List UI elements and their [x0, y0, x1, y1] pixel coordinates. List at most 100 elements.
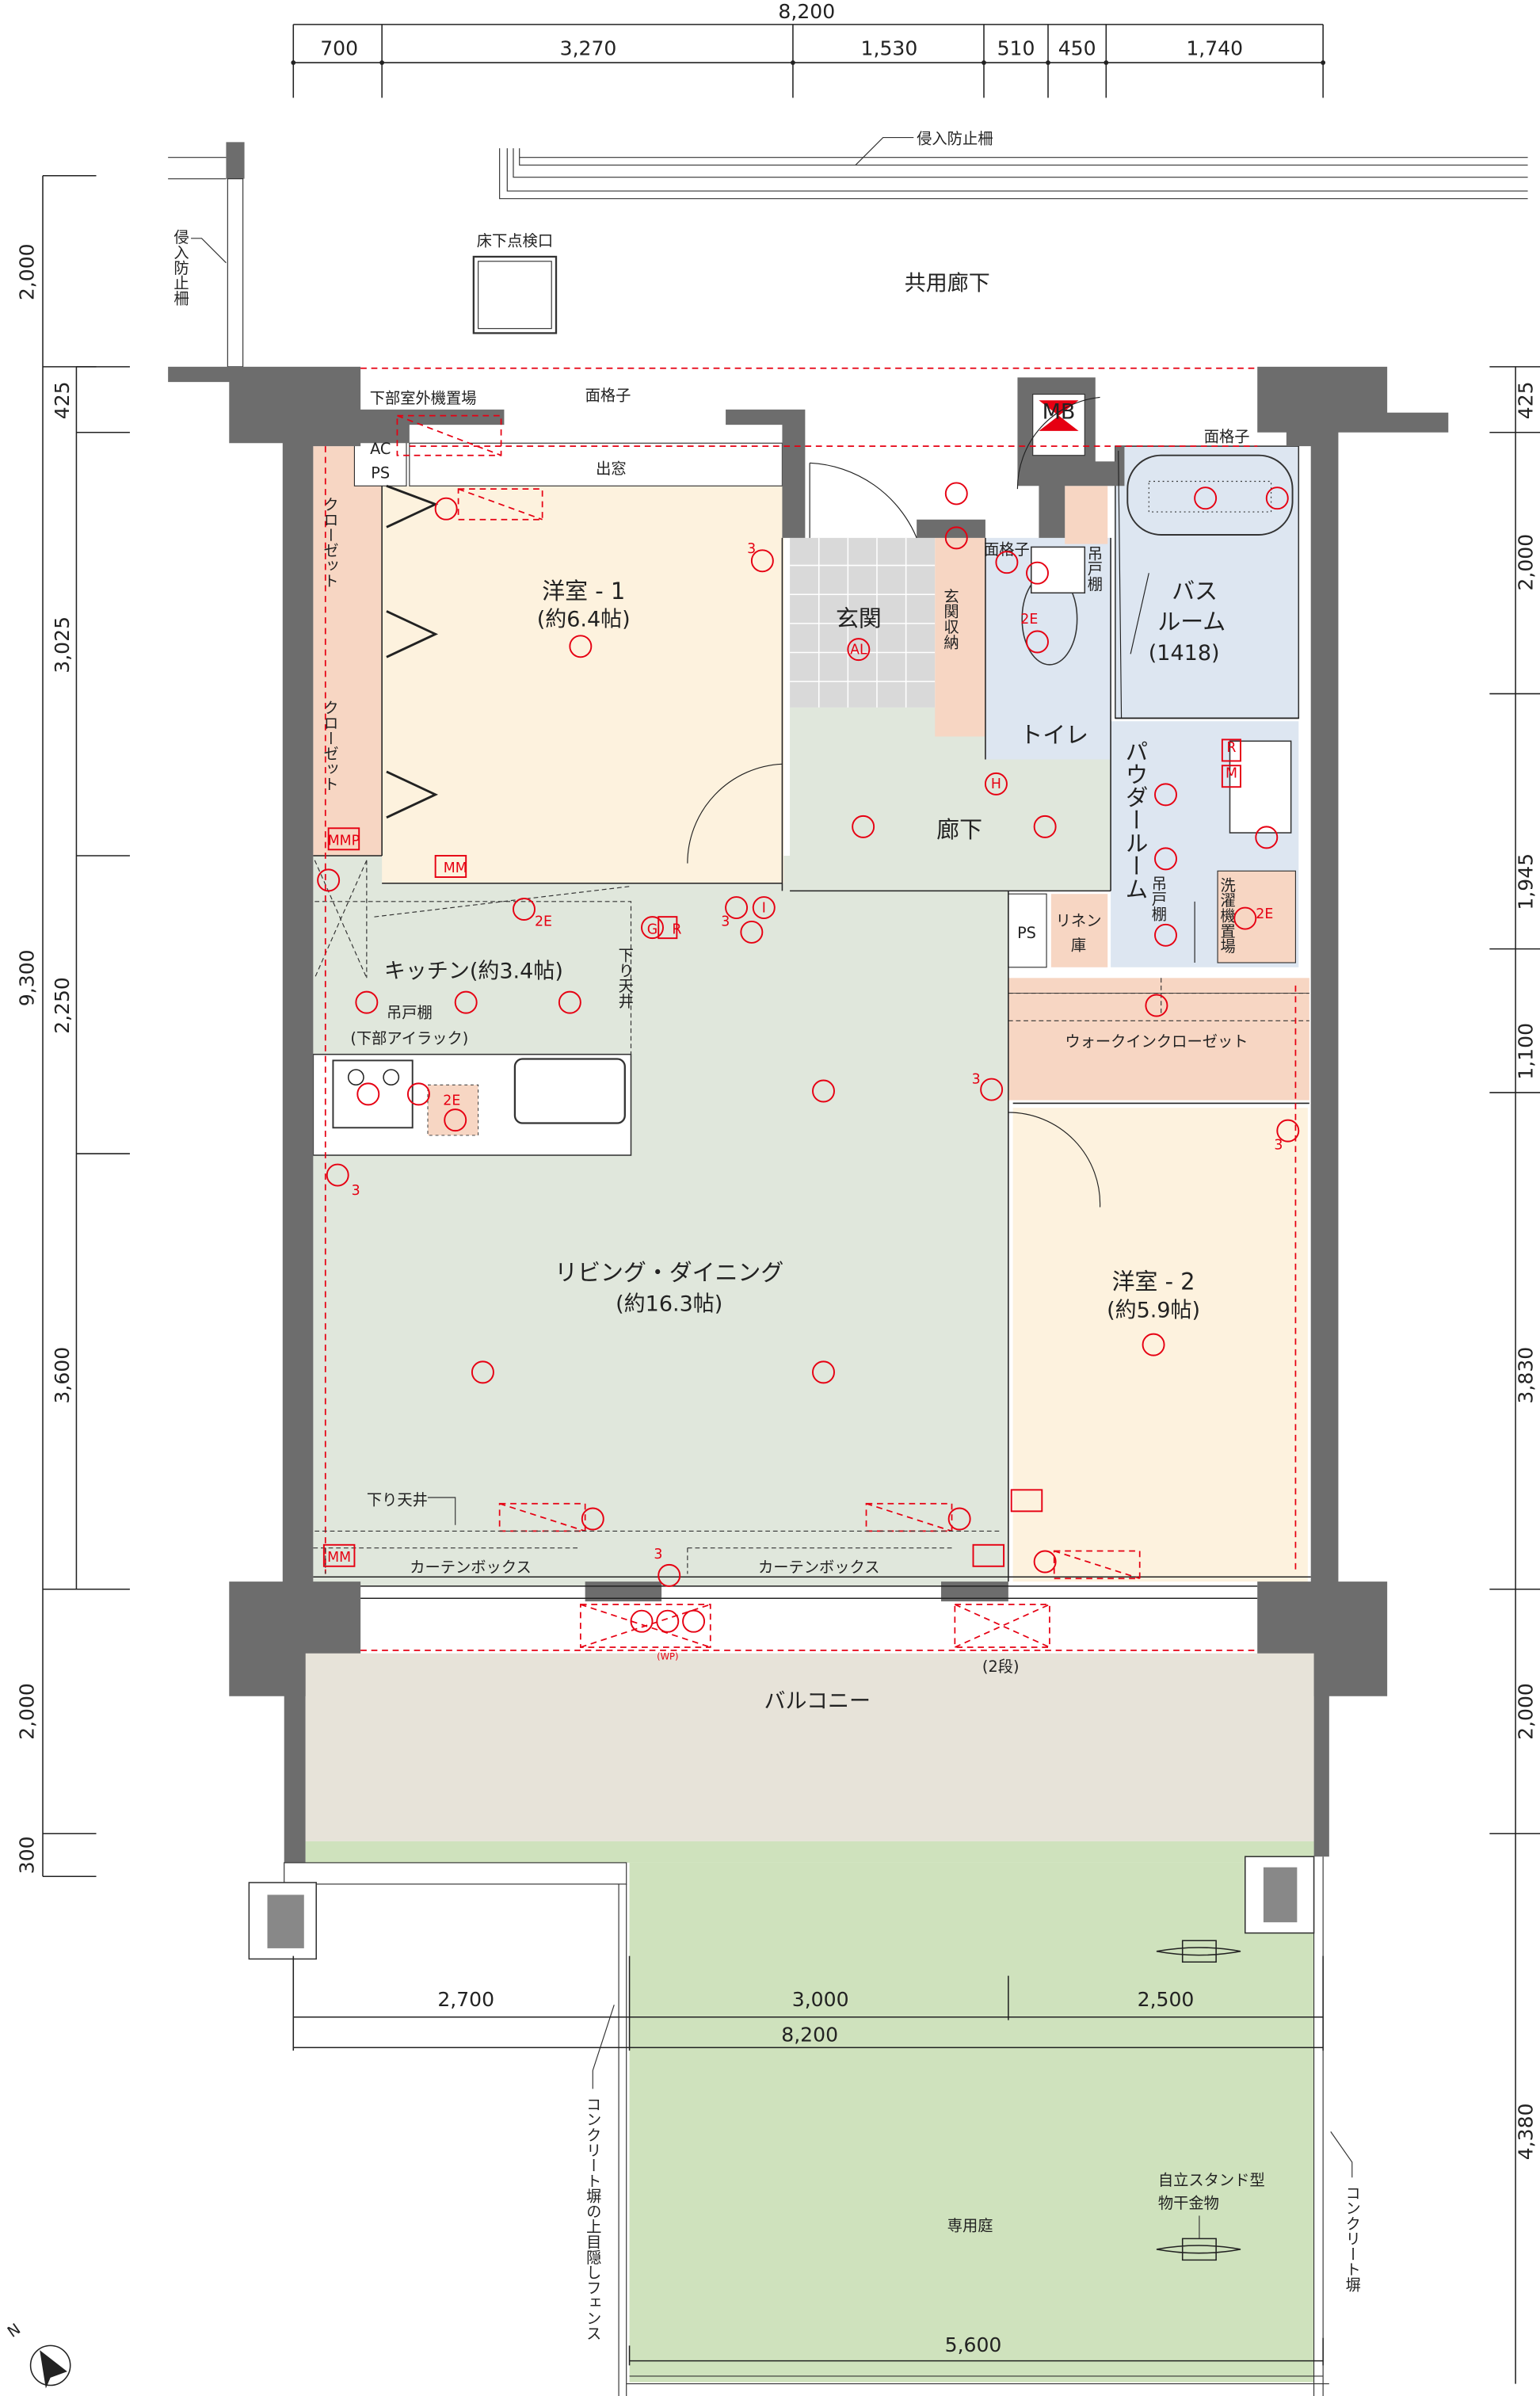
ac-label: AC: [370, 440, 391, 458]
dim-dot: [1321, 60, 1326, 65]
intrusion-fence-label-top: 侵入防止柵: [917, 129, 993, 147]
kitchen-label: キッチン(約3.4帖): [384, 959, 563, 983]
linen-label-2: 庫: [1071, 937, 1086, 955]
closet-label-lower: クローゼット: [321, 700, 339, 792]
dim-left-inner-1: 425: [51, 381, 74, 419]
linen-area: [1050, 894, 1108, 967]
dim-dot: [379, 60, 385, 65]
outdoor-unit-label: 下部室外機置場: [370, 389, 477, 407]
garden-strip: [305, 1841, 1314, 1863]
curtain-box-label-2: カーテンボックス: [758, 1558, 880, 1576]
dim-right-2: 2,000: [1514, 534, 1537, 591]
symbol-mm-2: MM: [327, 1550, 351, 1566]
western-room-1-name: 洋室 - 1: [542, 578, 625, 605]
drying-stand-label-2: 物干金物: [1158, 2194, 1219, 2212]
dim-dot: [291, 60, 296, 65]
toilet-cabinet-area: [1065, 486, 1108, 544]
dropped-ceiling-label-2: 下り天井: [367, 1491, 428, 1509]
private-garden-label: 専用庭: [947, 2217, 993, 2235]
bay-window-label: 出窓: [596, 460, 627, 478]
symbol-i: I: [762, 900, 766, 916]
fence-right-label: コンクリート塀: [1343, 2185, 1361, 2292]
western-room-1-size: (約6.4帖): [537, 608, 631, 632]
dim-right-6: 2,000: [1514, 1683, 1537, 1740]
dim-dot: [1046, 60, 1050, 65]
symbol-3-1: 3: [747, 541, 756, 557]
symbol-2e-3: 2E: [443, 1093, 460, 1108]
symbol-r: R: [672, 921, 681, 937]
room-fills: [312, 432, 1309, 1586]
north-compass-icon: N: [4, 2320, 71, 2389]
entrance-storage-label: 玄関収納: [941, 588, 959, 649]
top-dimensions: 8,200 700 3,270 1,530 510 450 1,740: [291, 0, 1326, 98]
dim-right-4: 1,100: [1514, 1023, 1537, 1080]
outlet-icon: [944, 482, 968, 506]
dim-top-total: 8,200: [778, 0, 835, 23]
outlet-icon: [682, 1609, 706, 1633]
grille-label-1: 面格子: [585, 386, 631, 404]
compass-n: N: [4, 2320, 24, 2341]
underfloor-hatch[interactable]: [472, 255, 558, 334]
dim-left-outer-4: 300: [15, 1836, 38, 1874]
laundry-space-label: 洗濯機置場: [1218, 877, 1236, 954]
intrusion-fence-label-left: 侵入防止柵: [171, 229, 189, 305]
dim-garden-3: 2,500: [1138, 1988, 1195, 2011]
common-corridor-label: 共用廊下: [905, 271, 990, 296]
symbol-h: H: [991, 776, 1001, 792]
curtain-box-label-1: カーテンボックス: [410, 1558, 532, 1576]
grille-label-2: 面格子: [984, 540, 1030, 559]
entrance-label: 玄関: [836, 605, 882, 632]
dim-garden-1: 2,700: [437, 1988, 494, 2011]
symbol-al: AL: [850, 642, 867, 658]
symbol-3-5: 3: [352, 1183, 360, 1199]
symbol-wp: (WP): [657, 1650, 678, 1662]
symbol-mm-1: MM: [444, 860, 467, 876]
dim-right-3: 1,945: [1514, 853, 1537, 910]
toilet-cabinet-label: 吊戸棚: [1084, 546, 1103, 593]
symbol-2e-2: 2E: [535, 914, 552, 930]
symbol-2e-1: 2E: [1020, 612, 1038, 628]
right-dimensions: 425 2,000 1,945 1,100 3,830 2,000 4,380: [1489, 366, 1540, 2384]
toilet-label: トイレ: [1020, 721, 1088, 748]
underfloor-hatch-label: 床下点検口: [477, 231, 553, 250]
dim-top-4: 510: [997, 36, 1035, 59]
dropped-ceiling-label-1: 下り天井: [616, 948, 634, 1009]
walk-in-closet-label: ウォークインクローゼット: [1065, 1032, 1248, 1051]
dim-left-inner-4: 3,600: [51, 1347, 74, 1404]
dim-right-1: 425: [1514, 381, 1537, 419]
dim-top-6: 1,740: [1186, 36, 1243, 59]
dim-top-3: 1,530: [861, 36, 918, 59]
symbol-mmp: MMP: [328, 834, 360, 849]
hallway-label: 廊下: [936, 816, 982, 843]
dim-dot: [1104, 60, 1109, 65]
dim-top-1: 700: [320, 36, 358, 59]
outlet-icon: [630, 1609, 654, 1633]
symbol-g: G: [647, 921, 658, 937]
dim-garden-total: 8,200: [781, 2024, 838, 2047]
outlet-icon: [656, 1609, 680, 1633]
dim-left-inner-2: 3,025: [51, 616, 74, 673]
dim-garden-2: 3,000: [792, 1988, 849, 2011]
living-dining-size: (約16.3帖): [616, 1292, 722, 1317]
floor-plan: 8,200 700 3,270 1,530 510 450 1,740 2,00…: [4, 0, 1540, 2396]
left-dimensions: 2,000 9,300 2,000 300 425 3,025 2,250 3,…: [15, 175, 130, 1878]
kitchen-cabinet-label-1: 吊戸棚: [387, 1003, 433, 1021]
symbol-2e-4: 2E: [1256, 906, 1273, 922]
dim-left-outer-1: 2,000: [15, 243, 38, 300]
symbol-3-6: 3: [654, 1547, 662, 1562]
laundry-cabinet-label: 吊戸棚: [1149, 876, 1167, 922]
sink: [513, 1058, 626, 1124]
dim-garden-width: 5,600: [945, 2333, 1002, 2356]
kitchen-cabinet-label-2: (下部アイラック): [350, 1029, 468, 1047]
western-room-2-area: [1012, 1108, 1308, 1582]
symbol-3-4: 3: [1274, 1137, 1283, 1153]
fence-left-label: コンクリート塀の上目隠しフェンス: [584, 2096, 602, 2341]
western-room-2-size: (約5.9帖): [1107, 1298, 1200, 1322]
fence-post: [226, 142, 245, 179]
common-corridor: 侵入防止柵 侵入防止柵 床下点検口 共用廊下: [168, 129, 1528, 368]
dim-right-7: 4,380: [1514, 2103, 1537, 2160]
symbol-3-2: 3: [721, 914, 730, 930]
outdoor: バルコニー (2段) 専用庭 自立スタンド型 物干金物 コンクリート塀の上目隠し…: [248, 1653, 1361, 2396]
western-room-2-name: 洋室 - 2: [1112, 1269, 1195, 1295]
linen-label-1: リネン: [1056, 912, 1102, 930]
